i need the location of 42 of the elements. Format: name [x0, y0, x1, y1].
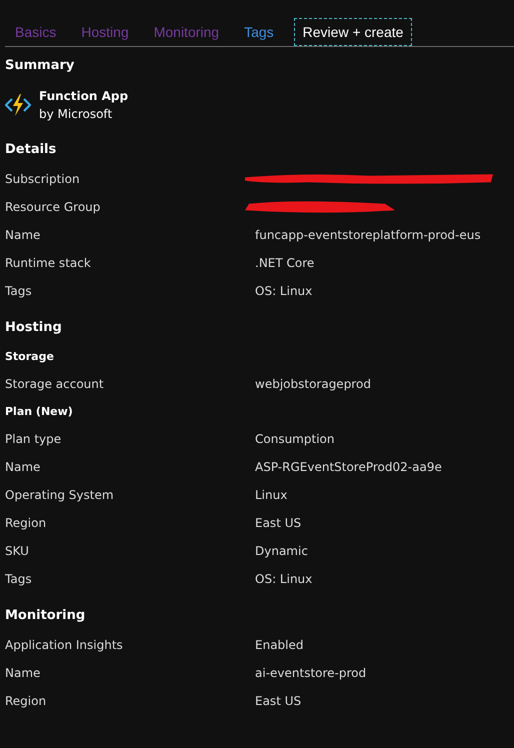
field-value: .NET Core	[255, 256, 314, 270]
field-value: East US	[255, 694, 302, 708]
lightning-bolt-icon	[5, 92, 31, 118]
field-value: ai-eventstore-prod	[255, 666, 366, 680]
field-value: ASP-RGEventStoreProd02-aa9e	[255, 460, 442, 474]
field-label: Tags	[5, 572, 33, 586]
section-heading: Summary	[5, 57, 76, 75]
field-value: funcapp-eventstoreplatform-prod-eus	[255, 228, 481, 242]
field-label: Runtime stack	[5, 256, 92, 270]
field-label: Name	[5, 228, 42, 242]
field-label: Application Insights	[5, 638, 124, 652]
field-label: Subscription	[5, 172, 81, 186]
field-label: SKU	[5, 544, 30, 558]
tab[interactable]: Review + create	[294, 18, 412, 46]
field-label: Plan type	[5, 432, 62, 446]
field-value: Linux	[255, 488, 288, 502]
field-label: Name	[5, 666, 42, 680]
subsection-heading: Storage	[5, 349, 55, 365]
field-value: webjobstorageprod	[255, 377, 371, 391]
field-value: East US	[255, 516, 302, 530]
field-label: Resource Group	[5, 200, 102, 214]
field-label: Storage account	[5, 377, 105, 391]
field-label: Region	[5, 516, 48, 530]
field-value: Consumption	[255, 432, 334, 446]
field-value: OS: Linux	[255, 284, 312, 298]
field-value: OS: Linux	[255, 572, 312, 586]
field-label: Tags	[5, 284, 33, 298]
section-heading: Hosting	[5, 319, 63, 337]
section-heading: Details	[5, 141, 58, 159]
tab[interactable]: Monitoring	[148, 18, 226, 46]
field-value: Dynamic	[255, 544, 308, 558]
field-label: Name	[5, 460, 42, 474]
app-name: Function App	[39, 88, 128, 105]
section-heading: Monitoring	[5, 607, 86, 625]
tab[interactable]: Hosting	[76, 18, 135, 46]
field-label: Region	[5, 694, 48, 708]
field-value: Enabled	[255, 638, 304, 652]
tab[interactable]: Basics	[10, 18, 62, 46]
tab[interactable]: Tags	[239, 18, 280, 46]
publisher: by Microsoft	[39, 106, 114, 123]
subsection-heading: Plan (New)	[5, 404, 74, 420]
field-label: Operating System	[5, 488, 115, 502]
